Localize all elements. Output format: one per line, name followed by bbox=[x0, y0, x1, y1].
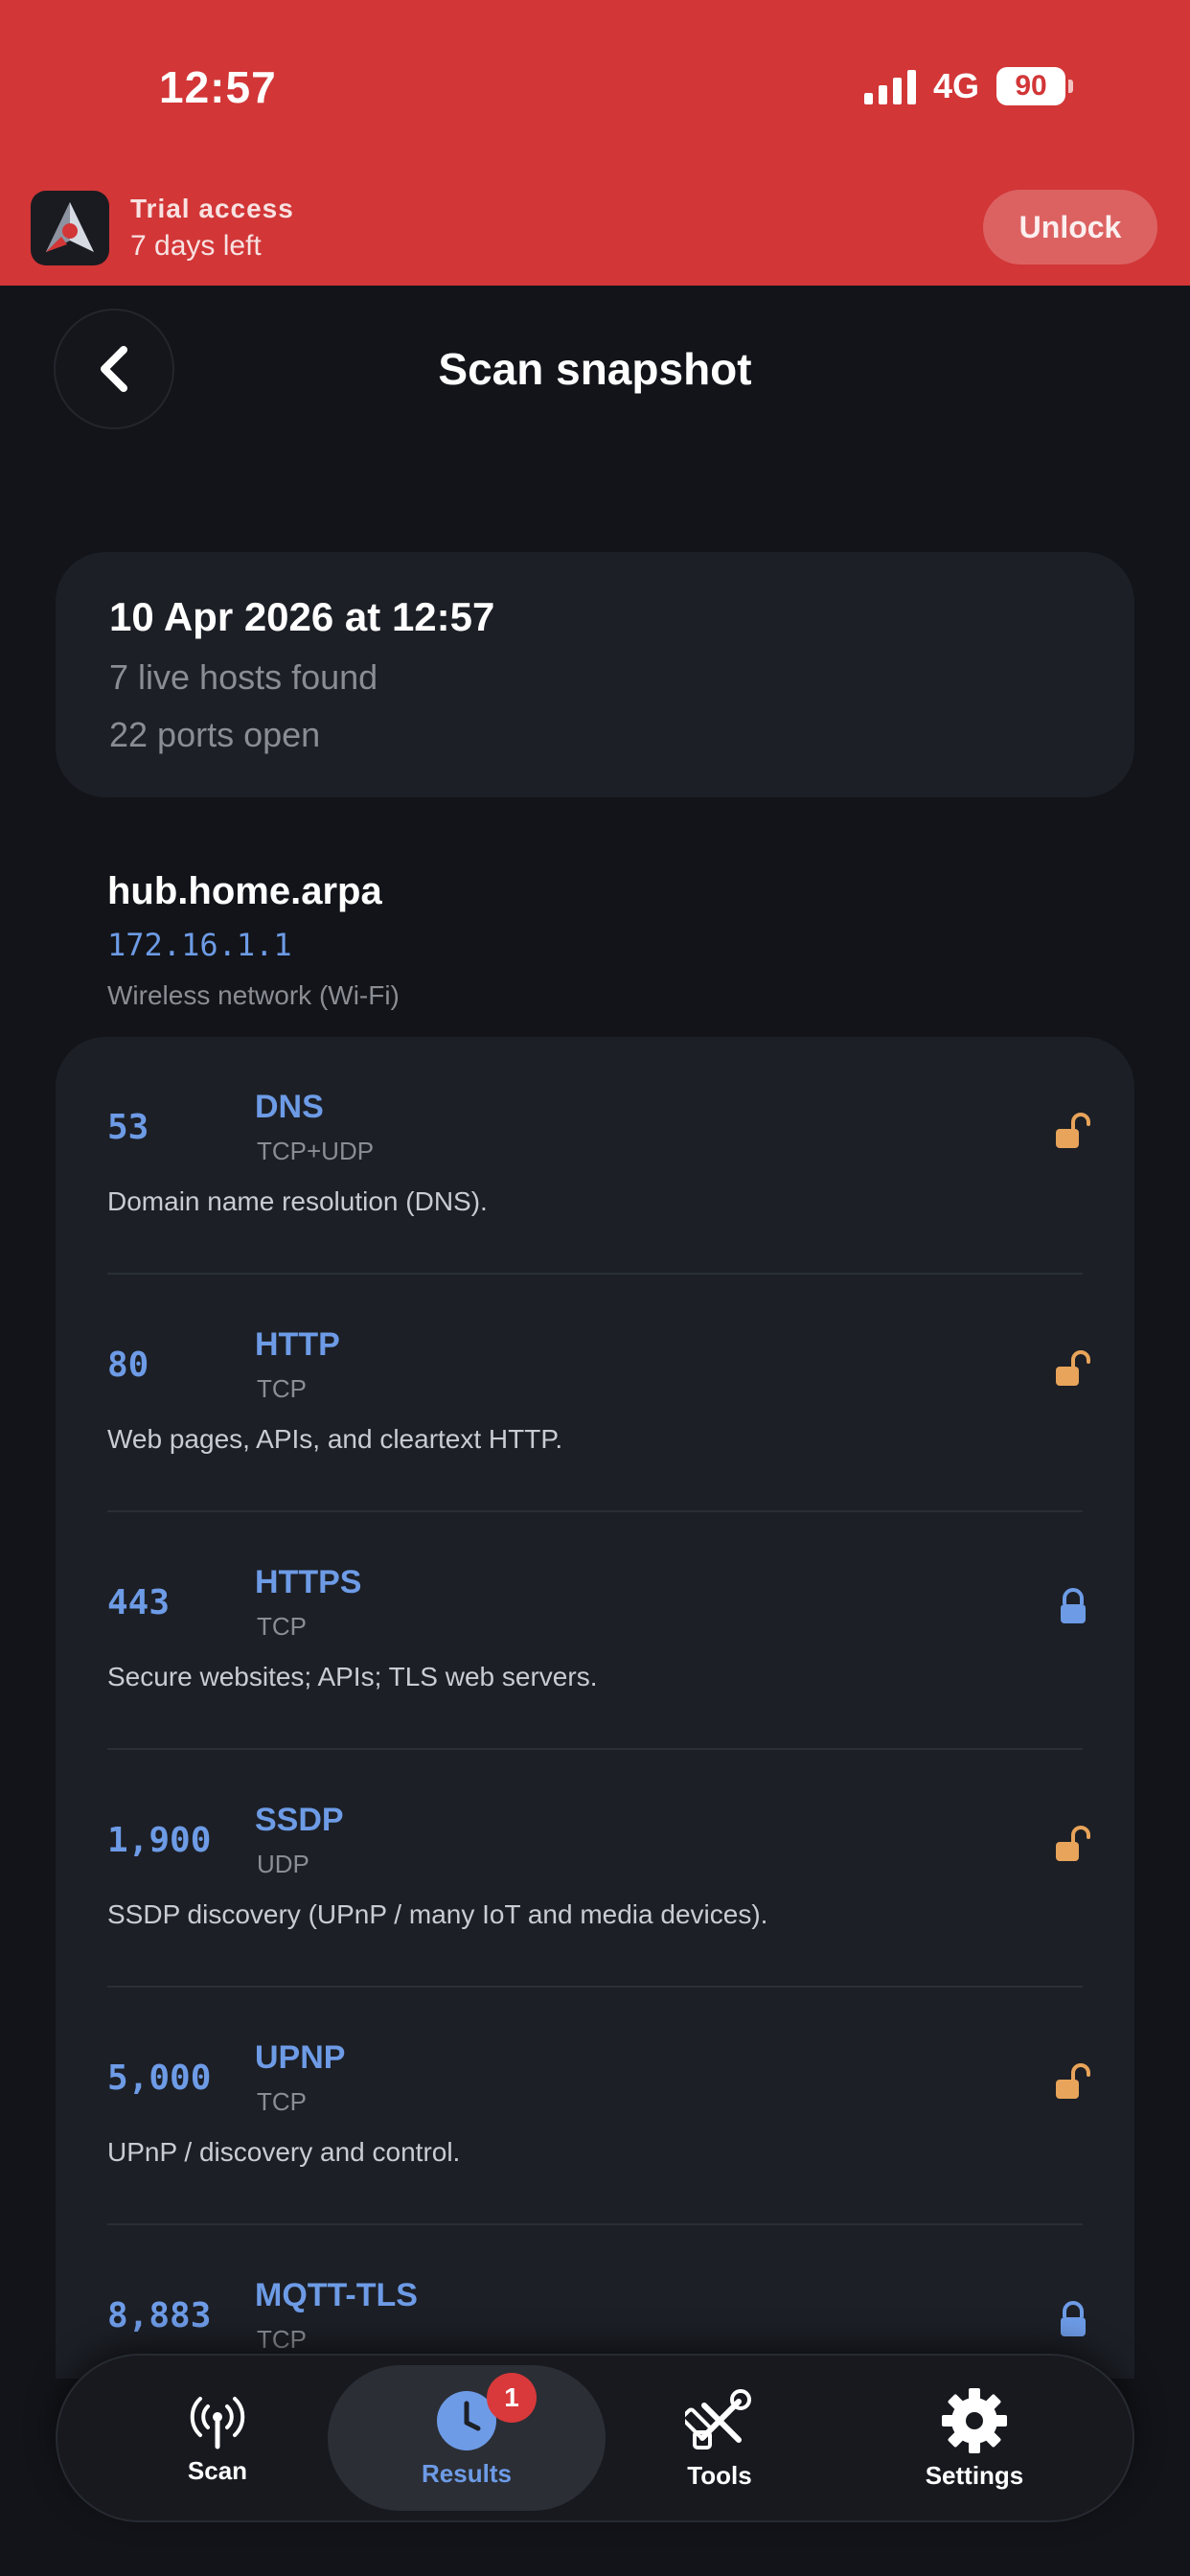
port-protocol: TCP+UDP bbox=[257, 1137, 375, 1165]
signal-icon bbox=[863, 68, 916, 104]
unlocked-icon bbox=[1056, 2063, 1090, 2099]
tab-tools[interactable]: Tools bbox=[581, 2365, 858, 2511]
port-number: 53 bbox=[107, 1108, 149, 1147]
port-number: 443 bbox=[107, 1583, 171, 1622]
trial-banner: Trial access 7 days left bbox=[31, 190, 294, 266]
tab-label: Tools bbox=[687, 2460, 752, 2490]
port-service: MQTT-TLS bbox=[255, 2277, 418, 2313]
tools-icon bbox=[685, 2388, 751, 2450]
port-description: Web pages, APIs, and cleartext HTTP. bbox=[107, 1424, 563, 1454]
port-service: HTTP bbox=[255, 1326, 340, 1363]
ports-list: 53 DNS TCP+UDP Domain name resolution (D… bbox=[56, 1037, 1134, 2379]
tab-scan[interactable]: Scan bbox=[79, 2365, 356, 2511]
status-indicators: 4G 90 bbox=[863, 63, 1073, 109]
host-network: Wireless network (Wi-Fi) bbox=[107, 980, 400, 1010]
unlocked-icon bbox=[1056, 1113, 1090, 1148]
port-protocol: TCP bbox=[257, 2087, 307, 2116]
notification-badge: 1 bbox=[487, 2373, 537, 2423]
port-row[interactable]: 80 HTTP TCP Web pages, APIs, and clearte… bbox=[56, 1275, 1134, 1512]
battery-level: 90 bbox=[996, 67, 1065, 105]
app-logo bbox=[31, 191, 109, 265]
scan-date: 10 Apr 2026 at 12:57 bbox=[109, 594, 495, 639]
page-title: Scan snapshot bbox=[438, 344, 752, 394]
host-ip: 172.16.1.1 bbox=[107, 927, 292, 963]
scan-summary-card: 10 Apr 2026 at 12:57 7 live hosts found … bbox=[56, 552, 1134, 797]
port-number: 5,000 bbox=[107, 2058, 212, 2098]
port-row[interactable]: 5,000 UPNP TCP UPnP / discovery and cont… bbox=[56, 1988, 1134, 2225]
port-description: SSDP discovery (UPnP / many IoT and medi… bbox=[107, 1899, 768, 1929]
port-number: 8,883 bbox=[107, 2296, 212, 2335]
trial-header: 12:57 4G 90 Trial access 7 days left Unl… bbox=[0, 0, 1190, 286]
port-protocol: TCP bbox=[257, 2325, 307, 2354]
tab-settings[interactable]: Settings bbox=[835, 2365, 1113, 2511]
port-service: UPNP bbox=[255, 2039, 346, 2076]
tab-bar: Scan Results 1 Tools Settings bbox=[56, 2354, 1134, 2522]
port-protocol: UDP bbox=[257, 1850, 309, 1878]
tab-label: Settings bbox=[925, 2460, 1024, 2490]
unlock-button[interactable]: Unlock bbox=[983, 190, 1157, 264]
network-type: 4G bbox=[932, 66, 979, 105]
status-time: 12:57 bbox=[159, 62, 277, 112]
trial-title: Trial access bbox=[130, 194, 294, 223]
port-description: Domain name resolution (DNS). bbox=[107, 1186, 488, 1216]
tab-results[interactable]: Results 1 bbox=[328, 2365, 606, 2511]
port-service: DNS bbox=[255, 1089, 324, 1125]
open-ports-count: 22 ports open bbox=[109, 715, 321, 754]
live-hosts-count: 7 live hosts found bbox=[109, 657, 378, 697]
host-name: hub.home.arpa bbox=[107, 870, 382, 912]
tab-label: Results bbox=[422, 2458, 512, 2488]
lock-icon bbox=[1061, 1588, 1086, 1623]
port-protocol: TCP bbox=[257, 1612, 307, 1641]
port-service: SSDP bbox=[255, 1802, 344, 1838]
port-service: HTTPS bbox=[255, 1564, 362, 1600]
antenna-icon bbox=[190, 2396, 245, 2449]
port-row[interactable]: 443 HTTPS TCP Secure websites; APIs; TLS… bbox=[56, 1512, 1134, 1750]
host-info: hub.home.arpa 172.16.1.1 Wireless networ… bbox=[107, 870, 400, 1011]
trial-days-left: 7 days left bbox=[130, 230, 262, 262]
port-row[interactable]: 1,900 SSDP UDP SSDP discovery (UPnP / ma… bbox=[56, 1750, 1134, 1988]
unlocked-icon bbox=[1056, 1826, 1090, 1861]
tab-label: Scan bbox=[187, 2455, 248, 2485]
port-description: UPnP / discovery and control. bbox=[107, 2137, 461, 2167]
port-number: 80 bbox=[107, 1346, 149, 1385]
unlocked-icon bbox=[1056, 1350, 1090, 1386]
port-description: Secure websites; APIs; TLS web servers. bbox=[107, 1662, 598, 1691]
lock-icon bbox=[1061, 2301, 1086, 2336]
battery-icon: 90 bbox=[996, 67, 1073, 105]
port-row[interactable]: 53 DNS TCP+UDP Domain name resolution (D… bbox=[56, 1037, 1134, 1275]
port-number: 1,900 bbox=[107, 1821, 212, 1860]
gear-icon bbox=[942, 2387, 1007, 2453]
port-protocol: TCP bbox=[257, 1374, 307, 1403]
